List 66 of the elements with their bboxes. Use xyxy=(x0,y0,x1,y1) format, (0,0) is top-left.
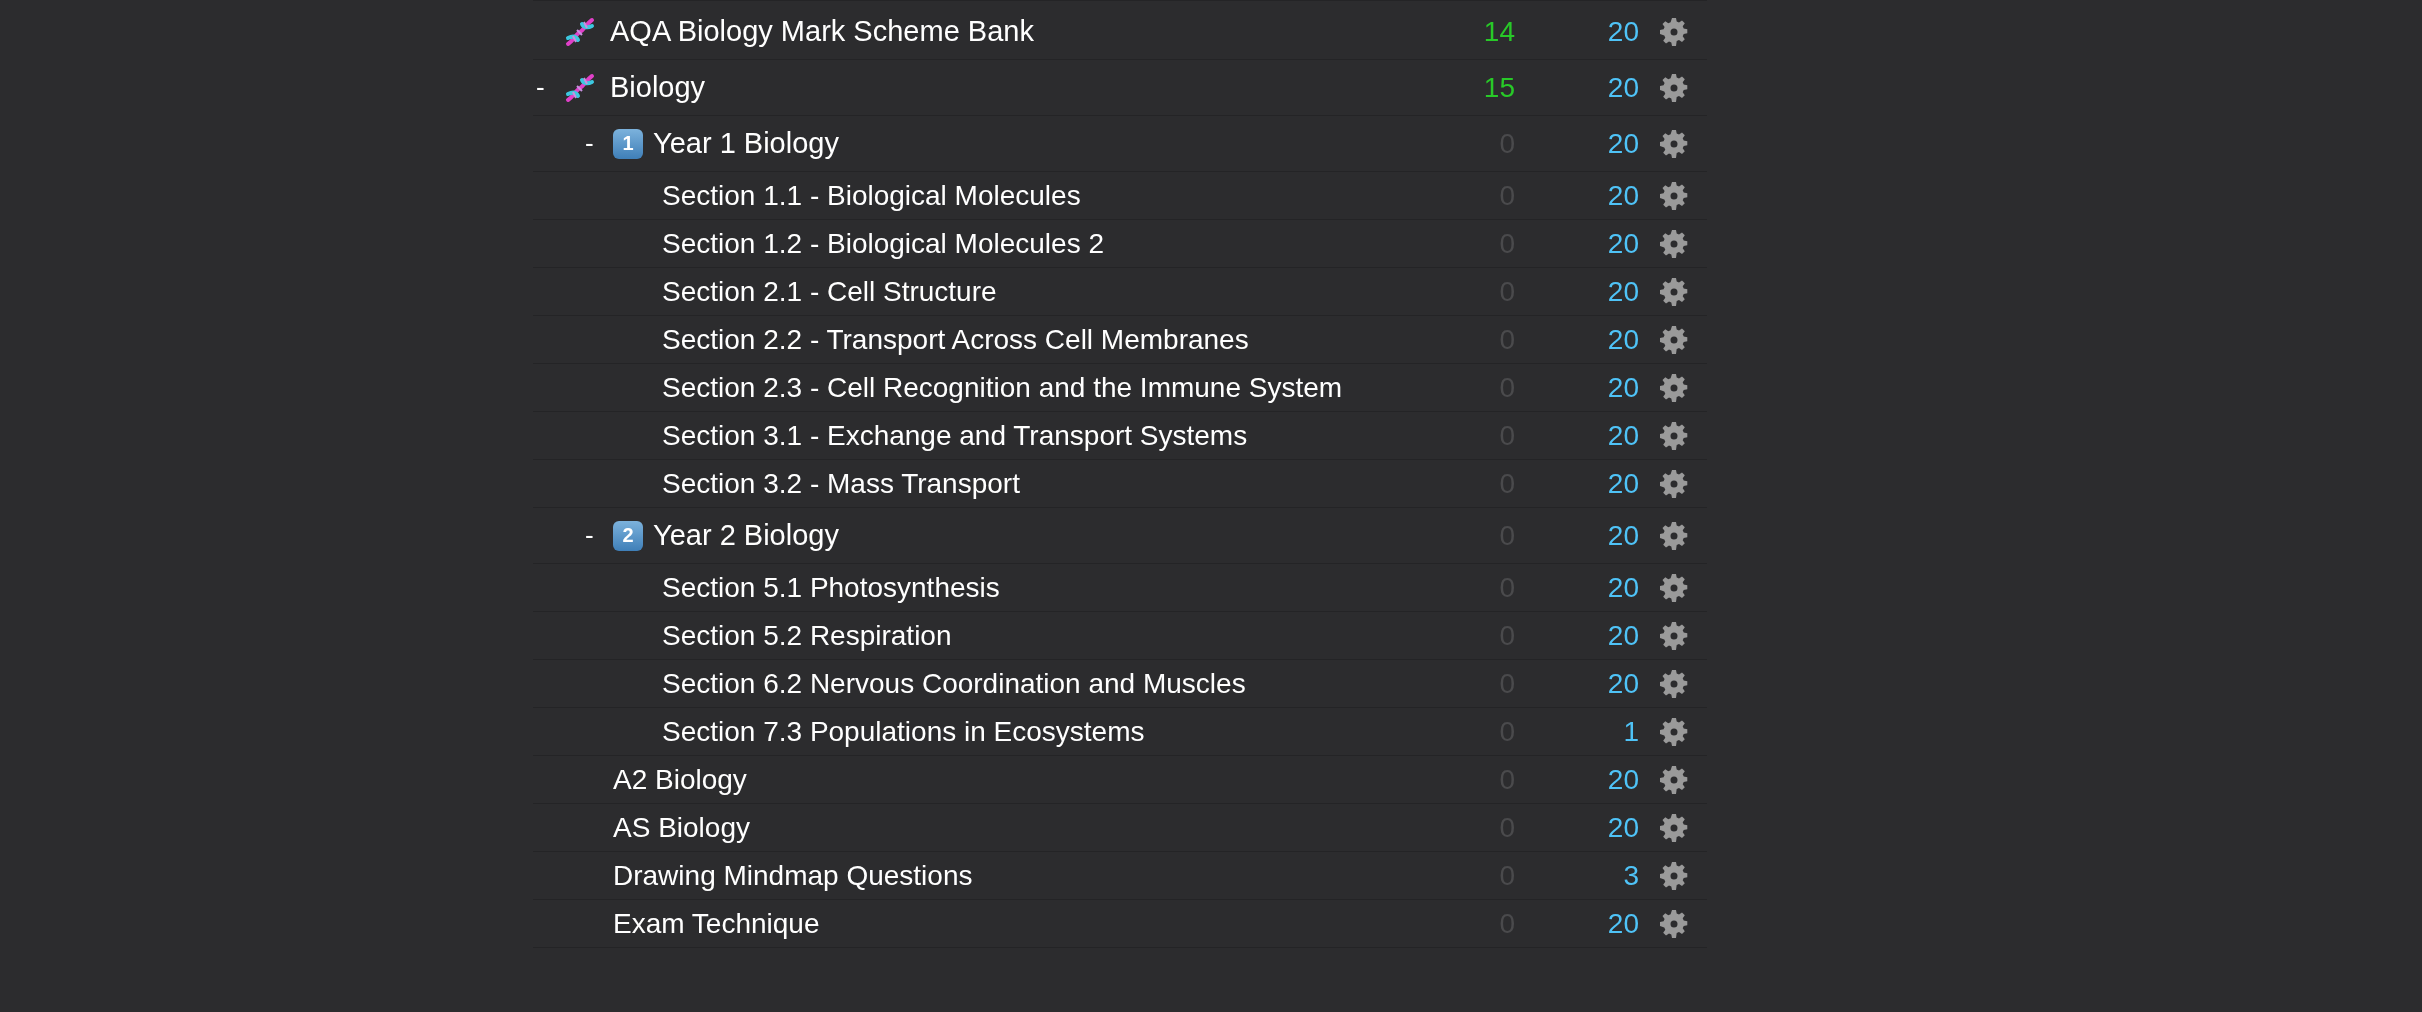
deck-name[interactable]: Section 7.3 Populations in Ecosystems xyxy=(662,715,1145,748)
deck-name[interactable]: Section 2.2 - Transport Across Cell Membranes xyxy=(662,323,1249,356)
deck-name[interactable]: AS Biology xyxy=(613,811,750,844)
due-count: 15 xyxy=(1482,71,1515,104)
new-count: 20 xyxy=(1606,763,1639,796)
new-count: 20 xyxy=(1606,419,1639,452)
settings-icon[interactable] xyxy=(1659,276,1689,307)
new-count: 20 xyxy=(1606,571,1639,604)
new-count: 3 xyxy=(1622,859,1639,892)
settings-icon[interactable] xyxy=(1659,812,1689,843)
settings-icon[interactable] xyxy=(1659,128,1689,159)
new-count: 20 xyxy=(1606,467,1639,500)
deck-name[interactable]: AQA Biology Mark Scheme Bank xyxy=(610,15,1034,48)
collapse-toggle[interactable]: - xyxy=(585,128,594,159)
deck-name[interactable]: Section 2.3 - Cell Recognition and the Immune System xyxy=(662,371,1343,404)
settings-icon[interactable] xyxy=(1659,716,1689,747)
deck-name[interactable]: Section 6.2 Nervous Coordination and Muscles xyxy=(662,667,1246,700)
settings-icon[interactable] xyxy=(1659,520,1689,551)
deck-name[interactable]: Section 1.1 - Biological Molecules xyxy=(662,179,1081,212)
new-count: 20 xyxy=(1606,127,1639,160)
settings-icon[interactable] xyxy=(1659,420,1689,451)
new-count: 20 xyxy=(1606,323,1639,356)
number-badge: 1 xyxy=(613,128,643,159)
deck-name[interactable]: Section 3.1 - Exchange and Transport Systems xyxy=(662,419,1248,452)
new-count: 20 xyxy=(1606,15,1639,48)
settings-icon[interactable] xyxy=(1659,228,1689,259)
deck-name[interactable]: Section 5.1 Photosynthesis xyxy=(662,571,1000,604)
deck-name[interactable]: Exam Technique xyxy=(613,907,820,940)
settings-icon[interactable] xyxy=(1659,908,1689,939)
new-count: 20 xyxy=(1606,907,1639,940)
new-count: 20 xyxy=(1606,667,1639,700)
settings-icon[interactable] xyxy=(1659,72,1689,103)
deck-name[interactable]: Year 1 Biology xyxy=(653,127,839,160)
deck-name[interactable]: Biology xyxy=(610,71,706,104)
new-count: 20 xyxy=(1606,619,1639,652)
settings-icon[interactable] xyxy=(1659,668,1689,699)
new-count: 20 xyxy=(1606,519,1639,552)
settings-icon[interactable] xyxy=(1659,16,1689,47)
new-count: 1 xyxy=(1622,715,1639,748)
new-count: 20 xyxy=(1606,227,1639,260)
new-count: 20 xyxy=(1606,811,1639,844)
new-count: 20 xyxy=(1606,71,1639,104)
settings-icon[interactable] xyxy=(1659,324,1689,355)
collapse-toggle[interactable]: - xyxy=(536,72,545,103)
deck-name[interactable]: Section 2.1 - Cell Structure xyxy=(662,275,997,308)
number-badge: 2 xyxy=(613,520,643,551)
new-count: 20 xyxy=(1606,179,1639,212)
settings-icon[interactable] xyxy=(1659,860,1689,891)
deck-name[interactable]: Drawing Mindmap Questions xyxy=(613,859,973,892)
settings-icon[interactable] xyxy=(1659,372,1689,403)
settings-icon[interactable] xyxy=(1659,180,1689,211)
dna-icon xyxy=(564,71,596,104)
deck-name[interactable]: Section 1.2 - Biological Molecules 2 xyxy=(662,227,1104,260)
new-count: 20 xyxy=(1606,371,1639,404)
settings-icon[interactable] xyxy=(1659,764,1689,795)
collapse-toggle[interactable]: - xyxy=(585,520,594,551)
due-count: 14 xyxy=(1482,15,1515,48)
deck-name[interactable]: A2 Biology xyxy=(613,763,747,796)
settings-icon[interactable] xyxy=(1659,468,1689,499)
dna-icon xyxy=(564,15,596,48)
new-count: 20 xyxy=(1606,275,1639,308)
deck-name[interactable]: Year 2 Biology xyxy=(653,519,839,552)
deck-name[interactable]: Section 5.2 Respiration xyxy=(662,619,952,652)
settings-icon[interactable] xyxy=(1659,620,1689,651)
settings-icon[interactable] xyxy=(1659,572,1689,603)
deck-name[interactable]: Section 3.2 - Mass Transport xyxy=(662,467,1020,500)
